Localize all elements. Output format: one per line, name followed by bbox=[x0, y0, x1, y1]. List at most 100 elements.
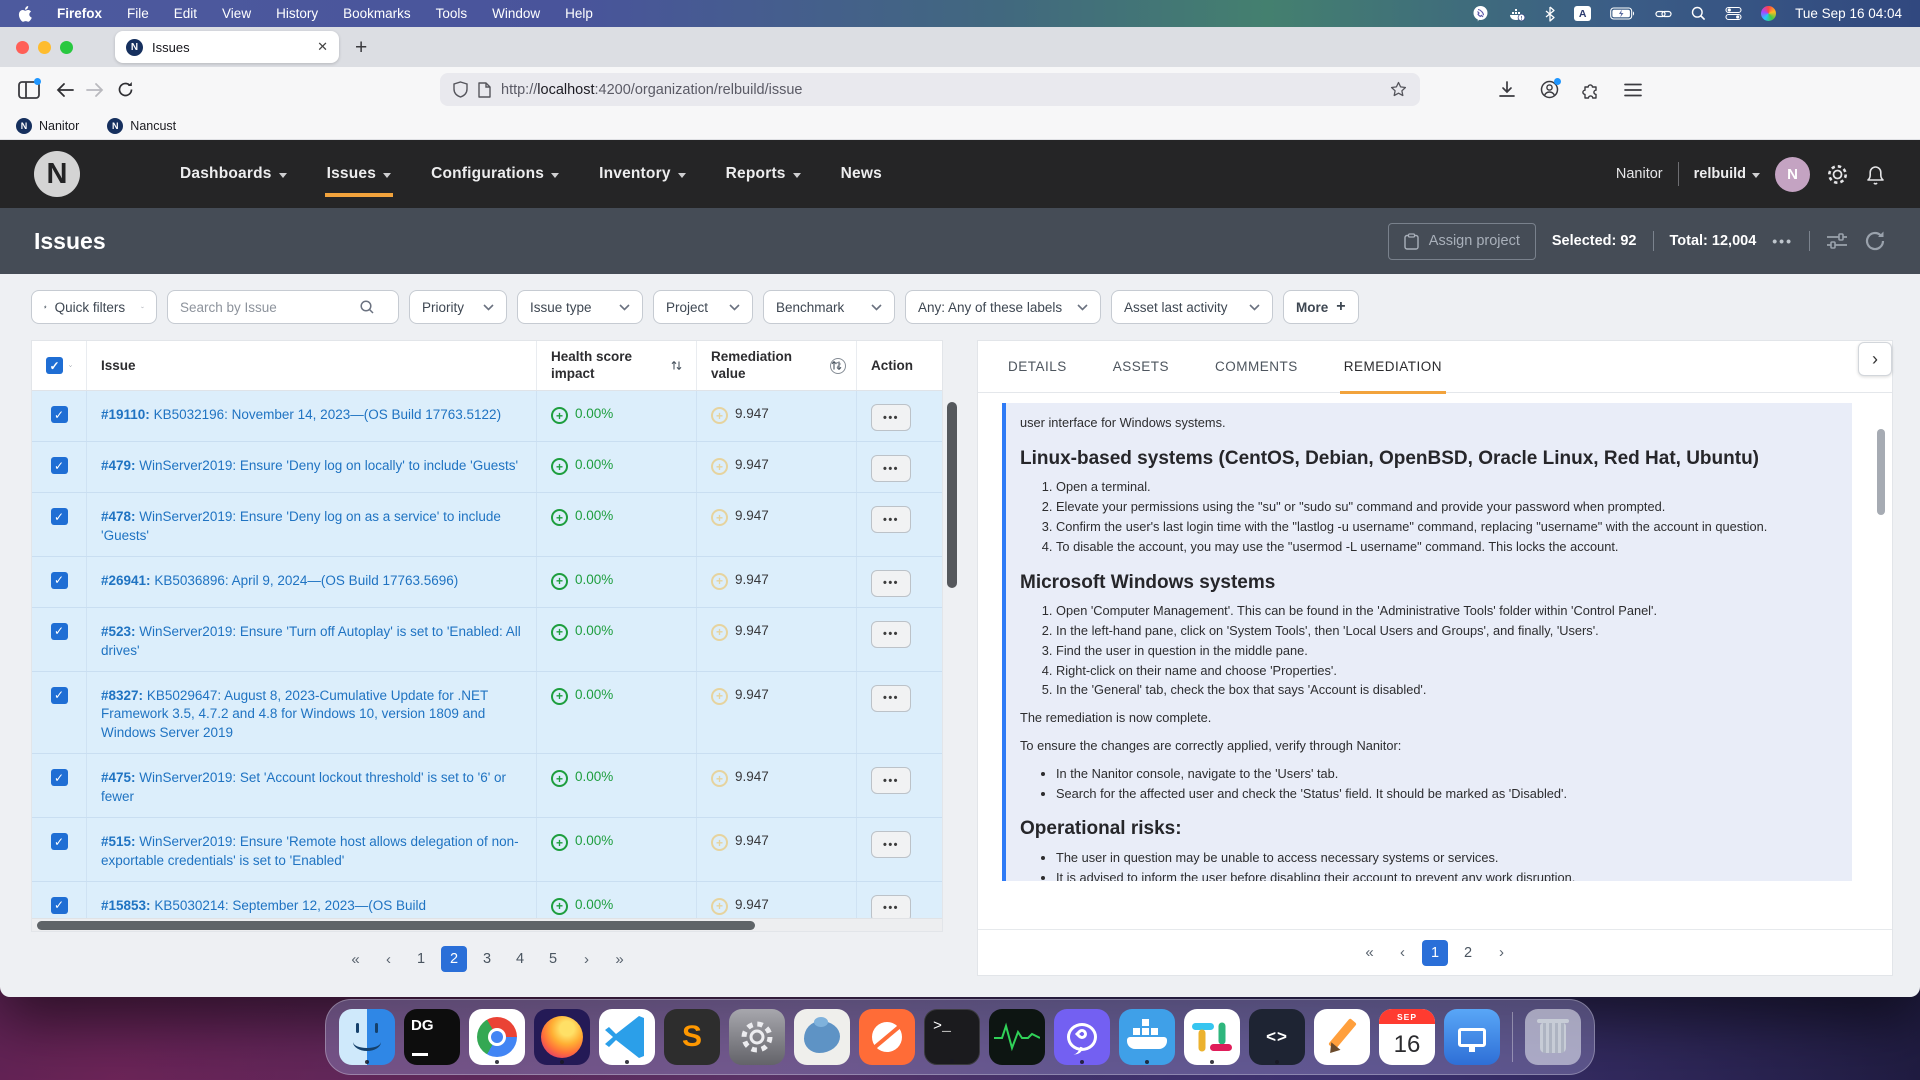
tab-close-icon[interactable]: ✕ bbox=[317, 39, 328, 55]
spotlight-icon[interactable] bbox=[1691, 5, 1706, 23]
table-row[interactable]: ✓ #523: WinServer2019: Ensure 'Turn off … bbox=[32, 608, 942, 672]
reload-button[interactable] bbox=[110, 75, 140, 105]
text-editor-dock-icon[interactable] bbox=[1314, 1009, 1370, 1065]
downloads-icon[interactable] bbox=[1492, 75, 1522, 105]
row-actions-button[interactable]: ••• bbox=[871, 831, 911, 858]
workspace-selector[interactable]: relbuild bbox=[1694, 166, 1760, 182]
menu-tools[interactable]: Tools bbox=[436, 6, 468, 21]
panel-first-page-button[interactable]: « bbox=[1356, 940, 1382, 966]
issue-link[interactable]: #19110: KB5032196: November 14, 2023—(OS… bbox=[101, 406, 501, 425]
issue-link[interactable]: #475: WinServer2019: Set 'Account lockou… bbox=[101, 769, 522, 807]
bluetooth-icon[interactable] bbox=[1545, 5, 1555, 23]
panel-next-page-button[interactable]: › bbox=[1488, 940, 1514, 966]
system-settings-dock-icon[interactable] bbox=[729, 1009, 785, 1065]
back-button[interactable] bbox=[50, 75, 80, 105]
quick-filters-dropdown[interactable]: Quick filters bbox=[31, 290, 157, 324]
table-row[interactable]: ✓ #478: WinServer2019: Ensure 'Deny log … bbox=[32, 493, 942, 557]
row-checkbox[interactable]: ✓ bbox=[51, 457, 68, 474]
account-icon[interactable] bbox=[1534, 75, 1564, 105]
asset-last-activity-dropdown[interactable]: Asset last activity bbox=[1111, 290, 1273, 324]
row-actions-button[interactable]: ••• bbox=[871, 570, 911, 597]
row-checkbox[interactable]: ✓ bbox=[51, 508, 68, 525]
battery-icon[interactable] bbox=[1610, 5, 1636, 23]
forward-button[interactable] bbox=[80, 75, 110, 105]
menubar-clock[interactable]: Tue Sep 16 04:04 bbox=[1795, 6, 1902, 21]
table-row[interactable]: ✓ #26941: KB5036896: April 9, 2024—(OS B… bbox=[32, 557, 942, 608]
page-4-button[interactable]: 4 bbox=[507, 946, 533, 972]
calendar-dock-icon[interactable]: SEP16 bbox=[1379, 1009, 1435, 1065]
minimize-window-button[interactable] bbox=[38, 41, 51, 54]
assign-project-button[interactable]: Assign project bbox=[1388, 223, 1536, 260]
row-checkbox[interactable]: ✓ bbox=[51, 687, 68, 704]
page-info-icon[interactable] bbox=[478, 82, 491, 98]
select-all-checkbox[interactable]: ✓ bbox=[46, 357, 63, 374]
menu-hamburger-icon[interactable] bbox=[1618, 75, 1648, 105]
help-icon[interactable]: ? bbox=[830, 358, 846, 374]
bookmark-nanitor[interactable]: N Nanitor bbox=[16, 118, 79, 134]
row-actions-button[interactable]: ••• bbox=[871, 767, 911, 794]
panel-expand-button[interactable]: › bbox=[1858, 342, 1892, 376]
screen-sharing-dock-icon[interactable] bbox=[1444, 1009, 1500, 1065]
issue-link[interactable]: #515: WinServer2019: Ensure 'Remote host… bbox=[101, 833, 522, 871]
finder-dock-icon[interactable] bbox=[339, 1009, 395, 1065]
new-tab-button[interactable]: + bbox=[355, 37, 367, 58]
app-update-status-icon[interactable]: ! bbox=[1508, 5, 1526, 23]
page-1-button[interactable]: 1 bbox=[408, 946, 434, 972]
sidebar-toggle-icon[interactable] bbox=[14, 75, 44, 105]
more-filters-button[interactable]: More+ bbox=[1283, 290, 1359, 324]
nav-inventory[interactable]: Inventory bbox=[599, 140, 686, 208]
row-checkbox[interactable]: ✓ bbox=[51, 623, 68, 640]
link-status-icon[interactable] bbox=[1655, 5, 1672, 23]
search-issue-field[interactable] bbox=[167, 290, 399, 324]
tab-comments[interactable]: COMMENTS bbox=[1215, 341, 1298, 393]
docker-dock-icon[interactable] bbox=[1119, 1009, 1175, 1065]
user-avatar[interactable]: N bbox=[1775, 157, 1810, 192]
issue-link[interactable]: #15853: KB5030214: September 12, 2023—(O… bbox=[101, 897, 426, 916]
issue-link[interactable]: #26941: KB5036896: April 9, 2024—(OS Bui… bbox=[101, 572, 458, 591]
settings-gear-icon[interactable] bbox=[1825, 162, 1850, 187]
table-row[interactable]: ✓ #8327: KB5029647: August 8, 2023-Cumul… bbox=[32, 672, 942, 755]
horizontal-scrollbar[interactable] bbox=[32, 918, 942, 931]
activity-monitor-dock-icon[interactable] bbox=[989, 1009, 1045, 1065]
last-page-button[interactable]: » bbox=[606, 946, 632, 972]
rainbow-app-icon[interactable] bbox=[1761, 6, 1776, 21]
nav-dashboards[interactable]: Dashboards bbox=[180, 140, 287, 208]
row-actions-button[interactable]: ••• bbox=[871, 685, 911, 712]
menubar-app-name[interactable]: Firefox bbox=[57, 6, 102, 21]
row-actions-button[interactable]: ••• bbox=[871, 621, 911, 648]
first-page-button[interactable]: « bbox=[342, 946, 368, 972]
column-settings-icon[interactable] bbox=[1826, 232, 1848, 250]
url-bar[interactable]: http://localhost:4200/organization/relbu… bbox=[440, 73, 1420, 106]
issue-link[interactable]: #8327: KB5029647: August 8, 2023-Cumulat… bbox=[101, 687, 522, 744]
vscode-dock-icon[interactable] bbox=[599, 1009, 655, 1065]
page-2-button[interactable]: 2 bbox=[441, 946, 467, 972]
more-options-dots[interactable]: ••• bbox=[1772, 233, 1793, 249]
labels-dropdown[interactable]: Any: Any of these labels bbox=[905, 290, 1101, 324]
page-3-button[interactable]: 3 bbox=[474, 946, 500, 972]
refresh-icon[interactable] bbox=[1864, 230, 1886, 252]
bookmark-star-icon[interactable] bbox=[1390, 81, 1407, 98]
panel-scrollbar-thumb[interactable] bbox=[1877, 429, 1885, 515]
trash-dock-icon[interactable] bbox=[1525, 1009, 1581, 1065]
menu-edit[interactable]: Edit bbox=[174, 6, 197, 21]
close-window-button[interactable] bbox=[16, 41, 29, 54]
table-row[interactable]: ✓ #475: WinServer2019: Set 'Account lock… bbox=[32, 754, 942, 818]
row-actions-button[interactable]: ••• bbox=[871, 506, 911, 533]
slack-dock-icon[interactable] bbox=[1184, 1009, 1240, 1065]
health-score-column-header[interactable]: Health score impact bbox=[536, 341, 696, 390]
row-actions-button[interactable]: ••• bbox=[871, 404, 911, 431]
browser-tab-issues[interactable]: N Issues ✕ bbox=[115, 31, 339, 63]
table-row[interactable]: ✓ #19110: KB5032196: November 14, 2023—(… bbox=[32, 391, 942, 442]
menu-history[interactable]: History bbox=[276, 6, 318, 21]
sublime-merge-dock-icon[interactable]: S bbox=[664, 1009, 720, 1065]
bookmark-nancust[interactable]: N Nancust bbox=[107, 118, 176, 134]
priority-dropdown[interactable]: Priority bbox=[409, 290, 507, 324]
benchmark-dropdown[interactable]: Benchmark bbox=[763, 290, 895, 324]
next-page-button[interactable]: › bbox=[573, 946, 599, 972]
row-checkbox[interactable]: ✓ bbox=[51, 769, 68, 786]
issue-link[interactable]: #478: WinServer2019: Ensure 'Deny log on… bbox=[101, 508, 522, 546]
issue-link[interactable]: #479: WinServer2019: Ensure 'Deny log on… bbox=[101, 457, 518, 476]
search-input[interactable] bbox=[180, 300, 352, 315]
shield-icon[interactable] bbox=[453, 81, 468, 98]
vertical-scrollbar-thumb[interactable] bbox=[947, 402, 957, 588]
